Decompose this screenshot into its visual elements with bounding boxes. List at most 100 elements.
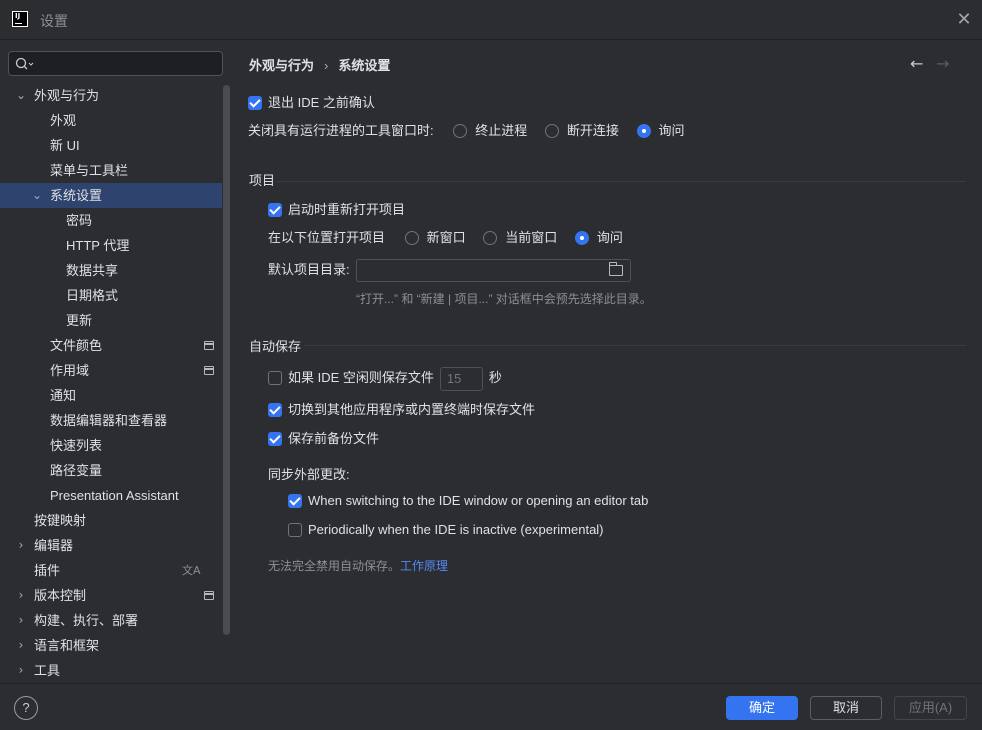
chevron-right-icon[interactable]: ›	[14, 583, 28, 608]
radio-ask[interactable]: 询问	[636, 123, 685, 138]
settings-content: 外观与行为 › 系统设置 ← → 退出 IDE 之前确认 关闭具有运行进程的工具窗口…	[232, 41, 982, 683]
idle-seconds-unit: 秒	[488, 370, 502, 385]
sync-periodic-checkbox[interactable]	[288, 522, 302, 537]
reopen-projects-checkbox[interactable]	[268, 202, 282, 217]
sidebar-item[interactable]: › 编辑器	[0, 533, 222, 558]
autosave-section-title: 自动保存	[249, 339, 302, 354]
sidebar-item-label: 密码	[66, 213, 93, 228]
sidebar-item-label: 语言和框架	[34, 638, 100, 653]
autosave-note-text: 无法完全禁用自动保存。	[268, 559, 401, 573]
back-arrow-icon[interactable]: ←	[910, 54, 923, 73]
search-input[interactable]	[8, 51, 223, 76]
sidebar-item-label: 更新	[66, 313, 93, 328]
radio-terminate-circle[interactable]	[453, 123, 468, 138]
sidebar-item[interactable]: ⌄ 外观与行为	[0, 83, 222, 108]
chevron-right-icon[interactable]: ›	[14, 533, 28, 558]
sync-on-switch-checkbox[interactable]	[288, 493, 302, 508]
chevron-right-icon[interactable]: ›	[14, 633, 28, 658]
ok-button[interactable]: 确定	[726, 696, 798, 720]
help-icon[interactable]: ?	[14, 696, 38, 720]
chevron-right-icon[interactable]: ›	[14, 608, 28, 633]
sidebar-item-label: 构建、执行、部署	[34, 613, 139, 628]
sync-periodic-option[interactable]: Periodically when the IDE is inactive (e…	[288, 520, 604, 540]
sidebar-item[interactable]: 快速列表	[0, 433, 222, 458]
close-icon[interactable]: ✕	[954, 10, 974, 30]
sidebar-item-label: 新 UI	[50, 138, 80, 153]
sidebar-item-label: 数据共享	[66, 263, 119, 278]
sidebar-item[interactable]: › 语言和框架	[0, 633, 222, 658]
breadcrumb-current: 系统设置	[338, 58, 391, 73]
sidebar-item[interactable]: Presentation Assistant	[0, 483, 222, 508]
confirm-exit-checkbox[interactable]	[248, 95, 262, 110]
radio-new-window-label: 新窗口	[426, 230, 466, 245]
radio-ask-circle[interactable]	[636, 123, 651, 138]
autosave-section-divider	[304, 345, 966, 346]
sidebar-item[interactable]: 文件颜色	[0, 333, 222, 358]
dialog-footer: ? 确定 取消 应用(A)	[0, 683, 982, 730]
radio-disconnect-label: 断开连接	[566, 123, 619, 138]
sidebar-scrollbar[interactable]	[223, 85, 230, 635]
sidebar-item-label: 按键映射	[34, 513, 87, 528]
confirm-exit-option[interactable]: 退出 IDE 之前确认	[248, 93, 375, 113]
confirm-exit-label: 退出 IDE 之前确认	[268, 95, 375, 110]
sidebar-item[interactable]: 数据共享	[0, 258, 222, 283]
radio-terminate[interactable]: 终止进程	[453, 123, 527, 138]
sync-on-switch-option[interactable]: When switching to the IDE window or open…	[288, 491, 648, 511]
sidebar-item[interactable]: 新 UI	[0, 133, 222, 158]
chevron-down-icon[interactable]: ⌄	[14, 83, 28, 108]
sidebar-item[interactable]: 插件 文A	[0, 558, 222, 583]
radio-open-ask-circle[interactable]	[574, 230, 589, 245]
switch-save-option[interactable]: 切换到其他应用程序或内置终端时保存文件	[268, 400, 535, 420]
sidebar-item[interactable]: › 构建、执行、部署	[0, 608, 222, 633]
chevron-down-icon[interactable]: ⌄	[30, 183, 44, 208]
sidebar-item[interactable]: 作用域	[0, 358, 222, 383]
sidebar-item-label: 版本控制	[34, 588, 87, 603]
backup-option[interactable]: 保存前备份文件	[268, 429, 379, 449]
sidebar-item[interactable]: 密码	[0, 208, 222, 233]
radio-current-window-circle[interactable]	[483, 230, 498, 245]
sidebar-item[interactable]: 按键映射	[0, 508, 222, 533]
radio-new-window[interactable]: 新窗口	[404, 230, 466, 245]
apply-button[interactable]: 应用(A)	[894, 696, 967, 720]
switch-save-checkbox[interactable]	[268, 402, 282, 417]
radio-disconnect[interactable]: 断开连接	[544, 123, 619, 138]
sidebar-item-label: 日期格式	[66, 288, 119, 303]
radio-new-window-circle[interactable]	[404, 230, 419, 245]
default-dir-hint: “打开...” 和 “新建 | 项目...” 对话框中会预先选择此目录。	[356, 292, 652, 306]
sidebar-item[interactable]: 日期格式	[0, 283, 222, 308]
how-it-works-link[interactable]: 工作原理	[400, 559, 448, 573]
open-project-radio-group: 新窗口 当前窗口 询问	[404, 228, 637, 248]
backup-label: 保存前备份文件	[288, 431, 380, 446]
breadcrumb-parent[interactable]: 外观与行为	[249, 58, 314, 73]
sidebar-item-label: 编辑器	[34, 538, 74, 553]
sidebar-item[interactable]: 外观	[0, 108, 222, 133]
sidebar-item[interactable]: 菜单与工具栏	[0, 158, 222, 183]
cancel-button[interactable]: 取消	[810, 696, 882, 720]
sidebar-item[interactable]: › 工具	[0, 658, 222, 683]
sidebar-item[interactable]: HTTP 代理	[0, 233, 222, 258]
folder-icon[interactable]	[609, 262, 623, 276]
sidebar-item[interactable]: › 版本控制	[0, 583, 222, 608]
radio-current-window[interactable]: 当前窗口	[483, 230, 557, 245]
window-title: 设置	[40, 13, 68, 29]
sidebar-item[interactable]: 路径变量	[0, 458, 222, 483]
radio-open-ask[interactable]: 询问	[574, 230, 623, 245]
idle-save-checkbox[interactable]	[268, 370, 282, 385]
sync-external-label: 同步外部更改:	[268, 467, 350, 482]
reopen-projects-option[interactable]: 启动时重新打开项目	[268, 200, 405, 220]
forward-arrow-icon[interactable]: →	[936, 54, 949, 73]
sidebar-item[interactable]: 更新	[0, 308, 222, 333]
sidebar-item-label: 通知	[50, 388, 77, 403]
close-tool-window-label: 关闭具有运行进程的工具窗口时:	[248, 123, 434, 138]
close-tool-window-row: 关闭具有运行进程的工具窗口时: 终止进程 断开连接 询问	[248, 121, 699, 141]
backup-checkbox[interactable]	[268, 431, 282, 446]
chevron-right-icon[interactable]: ›	[14, 658, 28, 683]
sidebar-item[interactable]: 数据编辑器和查看器	[0, 408, 222, 433]
idle-seconds-input[interactable]: 15	[439, 366, 483, 391]
idle-save-option[interactable]: 如果 IDE 空闲则保存文件 15 秒	[268, 365, 502, 391]
sidebar-item-label: 系统设置	[50, 188, 103, 203]
sidebar-item[interactable]: ⌄ 系统设置	[0, 183, 222, 208]
sidebar-item[interactable]: 通知	[0, 383, 222, 408]
radio-disconnect-circle[interactable]	[544, 123, 559, 138]
default-dir-input[interactable]	[356, 259, 631, 282]
